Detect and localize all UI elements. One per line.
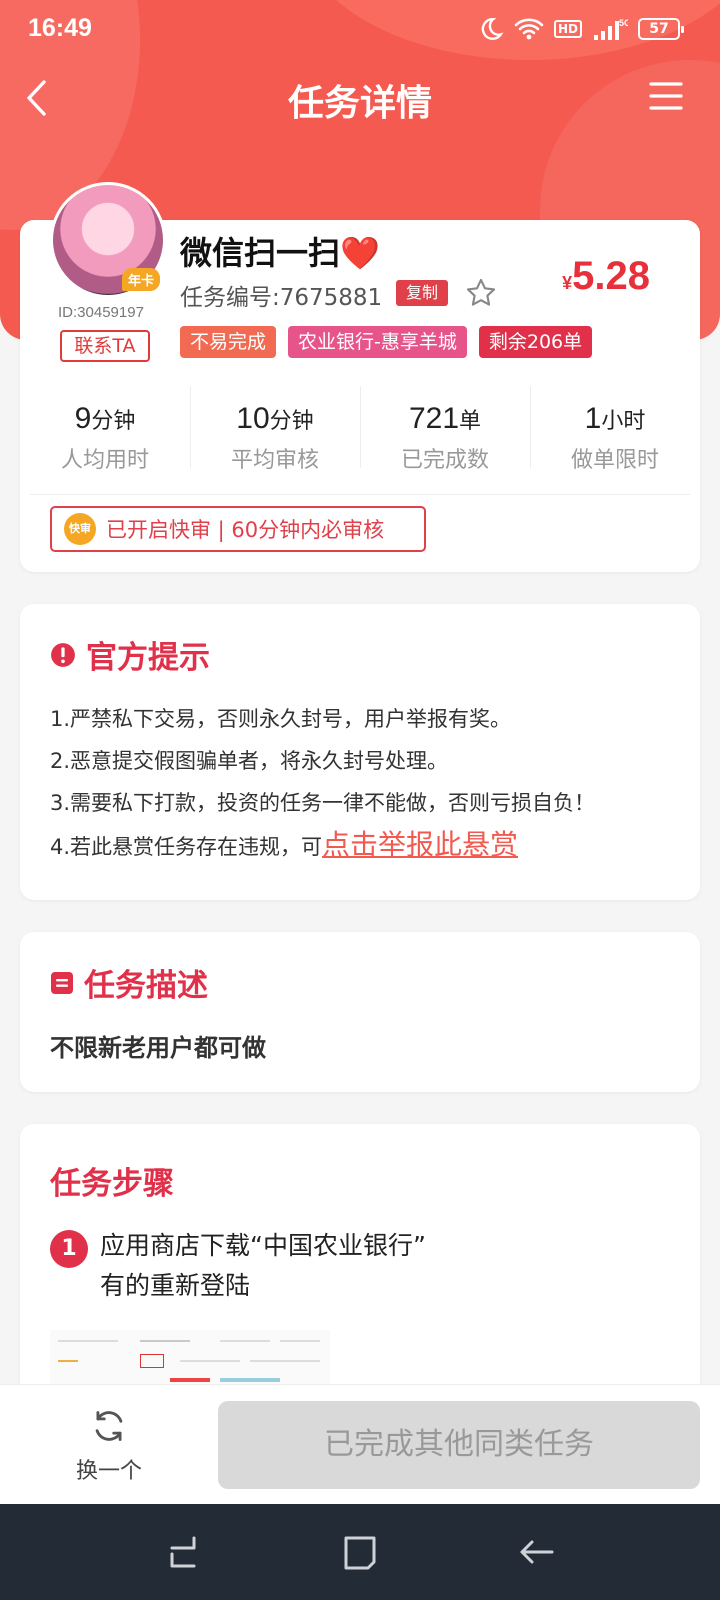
divider	[30, 494, 690, 495]
tip-item: 3.需要私下打款，投资的任务一律不能做，否则亏损自负！	[50, 791, 596, 815]
menu-button[interactable]	[648, 80, 692, 118]
copy-button[interactable]: 复制	[396, 280, 449, 306]
contact-button[interactable]: 联系TA	[60, 330, 150, 362]
stat-value: 721	[408, 402, 460, 435]
tip-item: 4.若此悬赏任务存在违规，可点击举报此悬赏	[50, 824, 680, 866]
wifi-icon	[514, 17, 544, 41]
back-arrow-icon	[520, 1540, 554, 1564]
price: ¥5.28	[562, 254, 650, 299]
tips-list: 1.严禁私下交易，否则永久封号，用户举报有奖。 2.恶意提交假图骗单者，将永久封…	[50, 698, 680, 866]
battery-icon: 57	[638, 18, 684, 40]
task-info-card: 年卡 ID:30459197 联系TA 微信扫一扫❤️ 任务编号:7675881…	[20, 182, 700, 572]
step-text: 应用商店下载“中国农业银行” 有的重新登陆	[100, 1226, 426, 1306]
tag-list: 不易完成 农业银行-惠享羊城 剩余206单	[180, 326, 593, 358]
fast-review-banner: 快审 已开启快审 | 60分钟内必审核	[50, 506, 426, 552]
description-text: 不限新老用户都可做	[50, 1034, 266, 1062]
stat-value: 10	[236, 402, 270, 435]
fast-review-text: 已开启快审 | 60分钟内必审核	[106, 518, 385, 542]
step-text-line: 应用商店下载“中国农业银行”	[100, 1231, 426, 1260]
steps-title: 任务步骤	[50, 1166, 174, 1202]
annual-card-badge: 年卡	[122, 268, 161, 291]
status-bar: 16:49 HD 5G 57	[0, 0, 720, 62]
stat-label: 人均用时	[60, 448, 149, 473]
tag-project: 农业银行-惠享羊城	[288, 326, 467, 358]
hd-icon: HD	[553, 20, 582, 38]
tag-remaining: 剩余206单	[478, 326, 593, 358]
stat-label: 做单限时	[570, 448, 659, 473]
tag-difficulty: 不易完成	[180, 326, 277, 358]
recents-button[interactable]	[156, 1524, 212, 1580]
stat-unit: 分钟	[269, 409, 314, 434]
exclamation-icon	[51, 642, 75, 667]
nav-bar: 任务详情	[0, 62, 720, 138]
switch-label: 换一个	[75, 1459, 142, 1484]
task-steps-card: 任务步骤 1 应用商店下载“中国农业银行” 有的重新登陆	[20, 1124, 700, 1384]
stat-unit: 小时	[601, 409, 646, 434]
stat-time-limit: 1小时 做单限时	[530, 386, 700, 473]
menu-icon	[649, 82, 683, 110]
switch-task-button[interactable]: 换一个	[54, 1407, 164, 1487]
bottom-action-bar: 换一个 已完成其他同类任务	[0, 1384, 720, 1504]
document-icon	[51, 971, 73, 994]
step-screenshot[interactable]	[50, 1330, 330, 1384]
step-number: 1	[50, 1230, 88, 1268]
stat-avg-time: 9分钟 人均用时	[20, 386, 190, 473]
task-name: 微信扫一扫❤️	[180, 234, 380, 272]
task-description-card: 任务描述 不限新老用户都可做	[20, 932, 700, 1092]
stat-label: 已完成数	[400, 448, 489, 473]
star-icon	[466, 278, 496, 306]
refresh-icon	[95, 1411, 123, 1441]
stat-value: 9	[74, 402, 92, 435]
page-title: 任务详情	[287, 83, 432, 124]
step-text-line: 有的重新登陆	[100, 1271, 251, 1300]
svg-text:5G: 5G	[619, 18, 628, 28]
task-number: 任务编号:7675881	[180, 285, 383, 311]
moon-icon	[478, 16, 504, 42]
home-button[interactable]	[332, 1524, 388, 1580]
tip-item: 1.严禁私下交易，否则永久封号，用户举报有奖。	[50, 707, 512, 731]
completed-similar-button[interactable]: 已完成其他同类任务	[218, 1401, 700, 1489]
favorite-button[interactable]	[464, 276, 498, 310]
report-link[interactable]: 点击举报此悬赏	[322, 828, 518, 861]
recents-icon	[170, 1536, 196, 1568]
back-nav-button[interactable]	[508, 1524, 564, 1580]
description-title: 任务描述	[84, 968, 208, 1004]
tip-prefix: 4.若此悬赏任务存在违规，可	[50, 835, 323, 859]
stat-unit: 分钟	[91, 409, 136, 434]
tips-title: 官方提示	[86, 640, 210, 676]
stat-label: 平均审核	[230, 448, 319, 473]
system-navigation-bar	[0, 1504, 720, 1600]
description-header: 任务描述	[50, 960, 208, 1005]
status-time: 16:49	[28, 14, 92, 42]
official-tips-card: 官方提示 1.严禁私下交易，否则永久封号，用户举报有奖。 2.恶意提交假图骗单者…	[20, 604, 700, 900]
tip-item: 2.恶意提交假图骗单者，将永久封号处理。	[50, 749, 449, 773]
stat-avg-review: 10分钟 平均审核	[190, 386, 360, 473]
price-amount: 5.28	[572, 254, 650, 298]
stats-row: 9分钟 人均用时 10分钟 平均审核 721单 已完成数 1小时 做单限时	[20, 386, 700, 473]
price-symbol: ¥	[562, 273, 573, 293]
user-id: ID:30459197	[58, 304, 144, 321]
signal-icon: 5G	[592, 17, 628, 41]
tips-header: 官方提示	[50, 632, 210, 677]
stat-value: 1	[584, 402, 602, 435]
stat-completed: 721单 已完成数	[360, 386, 530, 473]
home-icon	[344, 1536, 376, 1570]
stat-unit: 单	[459, 409, 482, 434]
fast-review-icon: 快审	[64, 513, 96, 545]
